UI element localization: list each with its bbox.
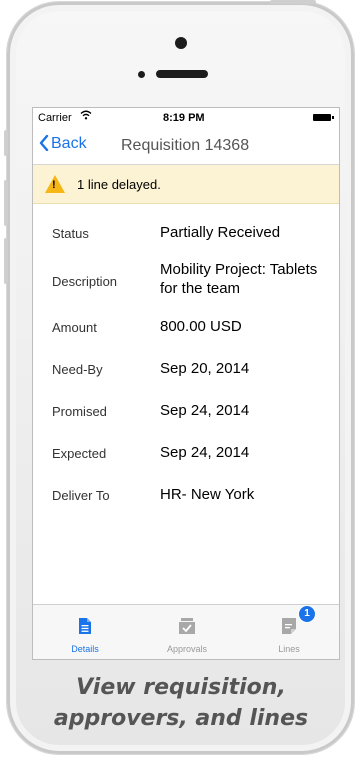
details-list: Status Partially Received Description Mo… (33, 204, 339, 518)
tab-lines[interactable]: 1 Lines (239, 605, 339, 659)
detail-row-promised: Promised Sep 24, 2014 (33, 392, 339, 434)
detail-row-need-by: Need-By Sep 20, 2014 (33, 350, 339, 392)
detail-value: HR- New York (160, 486, 255, 503)
wifi-icon (80, 110, 92, 123)
detail-label: Status (52, 226, 89, 241)
proximity-sensor (138, 71, 145, 78)
volume-down-button (4, 238, 8, 284)
detail-label: Amount (52, 320, 97, 335)
lines-count-badge: 1 (298, 605, 316, 623)
battery-icon (313, 114, 334, 121)
tab-approvals[interactable]: Approvals (137, 605, 237, 659)
tab-label: Approvals (166, 644, 208, 654)
detail-row-status: Status Partially Received (33, 214, 339, 256)
caption-line-1: View requisition, (76, 675, 286, 700)
status-time: 8:19 PM (163, 112, 205, 124)
delay-alert-banner: ! 1 line delayed. (33, 165, 339, 204)
navigation-bar: Back Requisition 14368 (33, 128, 339, 165)
detail-value: Partially Received (160, 224, 281, 241)
lines-icon (281, 617, 297, 640)
ringer-switch (4, 130, 8, 156)
back-button[interactable]: Back (39, 134, 87, 153)
power-button (270, 0, 316, 4)
detail-value: 800.00 USD (160, 318, 242, 335)
caption-line-2: approvers, and lines (53, 706, 309, 731)
tab-label: Details (71, 644, 99, 654)
chevron-left-icon (39, 134, 49, 153)
detail-value: Sep 24, 2014 (160, 444, 250, 461)
detail-row-deliver-to: Deliver To HR- New York (33, 476, 339, 518)
detail-label: Promised (52, 404, 107, 419)
detail-label: Need-By (52, 362, 103, 377)
earpiece-speaker (156, 70, 208, 78)
tab-label: Lines (278, 644, 300, 654)
warning-icon: ! (45, 175, 65, 193)
detail-label: Deliver To (52, 488, 110, 503)
carrier-label: Carrier (38, 112, 72, 124)
back-label: Back (51, 135, 87, 152)
alert-message: 1 line delayed. (77, 176, 161, 192)
front-camera (175, 37, 187, 49)
tab-bar: Details Approvals 1 Lines (33, 604, 339, 659)
detail-row-description: Description Mobility Project: Tablets fo… (33, 256, 339, 308)
status-bar: Carrier 8:19 PM (33, 108, 339, 128)
approval-tray-icon (177, 617, 197, 640)
volume-up-button (4, 180, 8, 226)
detail-value: Mobility Project: Tablets for the team (160, 261, 318, 297)
page-title: Requisition 14368 (121, 137, 250, 154)
tab-details[interactable]: Details (35, 605, 135, 659)
detail-value: Sep 20, 2014 (160, 360, 250, 377)
detail-label: Expected (52, 446, 107, 461)
detail-label: Description (52, 274, 118, 289)
detail-row-amount: Amount 800.00 USD (33, 308, 339, 350)
detail-value: Sep 24, 2014 (160, 402, 250, 419)
app-screen: Carrier 8:19 PM Back Requisition 14368 !… (32, 107, 340, 660)
document-icon (78, 617, 92, 640)
detail-row-expected: Expected Sep 24, 2014 (33, 434, 339, 476)
